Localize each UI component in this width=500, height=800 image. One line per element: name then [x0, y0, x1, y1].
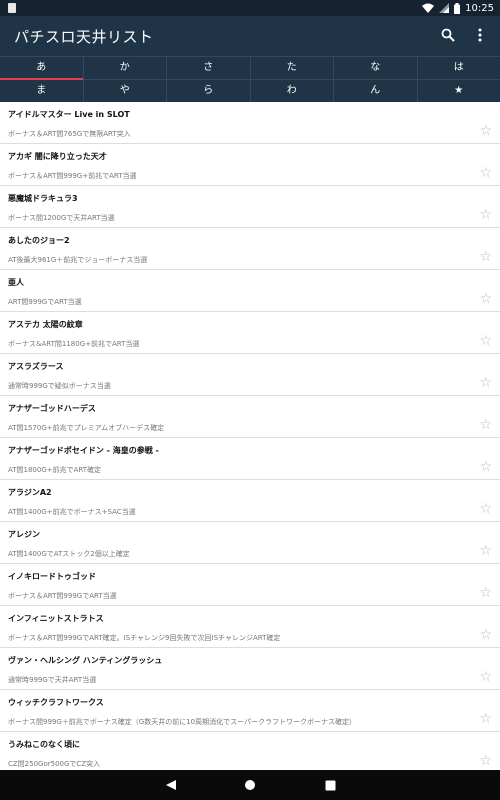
- favorite-star-icon[interactable]: ☆: [479, 208, 492, 222]
- item-description: ボーナス＆ART間999GでART確定。ISチャレンジ9回失敗で次回ISチャレン…: [8, 634, 281, 642]
- item-description: AT間1570G+前兆でプレミアムオブハーデス確定: [8, 424, 165, 432]
- favorite-star-icon[interactable]: ☆: [479, 292, 492, 306]
- recents-button[interactable]: [322, 777, 338, 793]
- favorite-star-icon[interactable]: ☆: [479, 250, 492, 264]
- favorite-star-icon[interactable]: ☆: [479, 418, 492, 432]
- search-button[interactable]: [436, 24, 460, 48]
- item-title: アカギ 闇に降り立った天才: [8, 152, 107, 161]
- back-icon: [165, 776, 177, 795]
- item-description: ボーナス＆ART間999GでART当選: [8, 592, 117, 600]
- search-icon: [441, 27, 455, 46]
- tab-row2-0[interactable]: ま: [0, 80, 84, 102]
- list-item[interactable]: うみねこのなく頃に CZ間250Gor500GでCZ突入 ☆: [0, 732, 500, 770]
- favorite-star-icon[interactable]: ☆: [479, 502, 492, 516]
- item-title: アナザーゴッドポセイドン - 海皇の参戦 -: [8, 446, 159, 455]
- machine-list[interactable]: アイドルマスター Live in SLOT ボーナス＆ART間765Gで無限ART…: [0, 102, 500, 770]
- list-item[interactable]: アレジン AT間1400GでATストック2個以上確定 ☆: [0, 522, 500, 564]
- tab-row1-2[interactable]: さ: [167, 57, 251, 79]
- item-title: 亜人: [8, 278, 24, 287]
- item-title: イノキロードトゥゴッド: [8, 572, 96, 581]
- list-item[interactable]: アステカ 太陽の紋章ボーナス&ART間1180G+前兆でART当選 ☆: [0, 312, 500, 354]
- item-description: ボーナス&ART間1180G+前兆でART当選: [8, 340, 140, 348]
- navigation-bar: [0, 770, 500, 800]
- home-icon: [244, 776, 256, 795]
- favorite-star-icon[interactable]: ☆: [479, 544, 492, 558]
- app-title: パチスロ天井リスト: [14, 28, 154, 46]
- tab-row1-4[interactable]: な: [334, 57, 418, 79]
- favorite-star-icon[interactable]: ☆: [479, 166, 492, 180]
- item-title: アステカ 太陽の紋章: [8, 320, 83, 329]
- more-vert-icon: [478, 27, 482, 46]
- more-options-button[interactable]: [468, 24, 492, 48]
- list-item[interactable]: あしたのジョー2 AT後最大961G＋前兆でジョーボーナス当選 ☆: [0, 228, 500, 270]
- wifi-icon: [422, 3, 435, 13]
- tab-row-2: まやらわん ★: [0, 79, 500, 102]
- favorite-star-icon[interactable]: ☆: [479, 628, 492, 642]
- home-button[interactable]: [242, 777, 258, 793]
- favorite-star-icon[interactable]: ☆: [479, 334, 492, 348]
- item-description: AT間1800G+前兆でART確定: [8, 466, 102, 474]
- notification-icon: [8, 3, 16, 13]
- kana-tabs: あかさたなは まやらわん ★: [0, 56, 500, 102]
- list-item[interactable]: インフィニットストラトスボーナス＆ART間999GでART確定。ISチャレンジ9…: [0, 606, 500, 648]
- tab-row2-5[interactable]: ★: [418, 80, 500, 102]
- list-item[interactable]: アラジンA2 AT間1400G+前兆でボーナス+SAC当選 ☆: [0, 480, 500, 522]
- tab-row1-3[interactable]: た: [251, 57, 334, 79]
- tab-row2-3[interactable]: わ: [251, 80, 334, 102]
- item-title: ヴァン・ヘルシング ハンティングラッシュ: [8, 656, 163, 665]
- recents-icon: [325, 776, 336, 795]
- list-item[interactable]: ウィッチクラフトワークスボーナス間999G＋前兆でボーナス確定（G数天井の前に1…: [0, 690, 500, 732]
- status-bar: 10:25: [0, 0, 500, 16]
- tab-row1-5[interactable]: は: [418, 57, 500, 79]
- item-description: ボーナス間999G＋前兆でボーナス確定（G数天井の前に10周期消化でスーパークラ…: [8, 718, 357, 726]
- signal-icon: [439, 3, 450, 13]
- list-item[interactable]: アカギ 闇に降り立った天才ボーナス＆ART間999G+前兆でART当選 ☆: [0, 144, 500, 186]
- favorite-star-icon[interactable]: ☆: [479, 670, 492, 684]
- tab-row1-0[interactable]: あ: [0, 57, 84, 80]
- item-title: アナザーゴッドハーデス: [8, 404, 96, 413]
- battery-icon: [454, 2, 461, 14]
- item-title: うみねこのなく頃に: [8, 740, 80, 749]
- item-title: アレジン: [8, 530, 40, 539]
- tab-row1-1[interactable]: か: [84, 57, 167, 79]
- item-description: ボーナス間1200Gで天井ART当選: [8, 214, 115, 222]
- tab-row2-4[interactable]: ん: [334, 80, 418, 102]
- item-description: AT間1400GでATストック2個以上確定: [8, 550, 130, 558]
- item-description: AT間1400G+前兆でボーナス+SAC当選: [8, 508, 136, 516]
- status-time: 10:25: [465, 2, 494, 14]
- list-item[interactable]: 悪魔城ドラキュラ3 ボーナス間1200Gで天井ART当選 ☆: [0, 186, 500, 228]
- favorite-star-icon[interactable]: ☆: [479, 376, 492, 390]
- item-title: アスラズラース: [8, 362, 64, 371]
- item-description: CZ間250Gor500GでCZ突入: [8, 760, 101, 768]
- list-item[interactable]: アナザーゴッドハーデス AT間1570G+前兆でプレミアムオブハーデス確定 ☆: [0, 396, 500, 438]
- item-description: ボーナス＆ART間765Gで無限ART突入: [8, 130, 131, 138]
- item-description: AT後最大961G＋前兆でジョーボーナス当選: [8, 256, 148, 264]
- list-item[interactable]: ヴァン・ヘルシング ハンティングラッシュ 通常時999Gで天井ART当選 ☆: [0, 648, 500, 690]
- list-item[interactable]: アイドルマスター Live in SLOT ボーナス＆ART間765Gで無限ART…: [0, 102, 500, 144]
- item-description: ART間999GでART当選: [8, 298, 82, 306]
- list-item[interactable]: アナザーゴッドポセイドン - 海皇の参戦 - AT間1800G+前兆でART確定 ☆: [0, 438, 500, 480]
- item-title: アラジンA2: [8, 488, 52, 497]
- list-item[interactable]: イノキロードトゥゴッドボーナス＆ART間999GでART当選 ☆: [0, 564, 500, 606]
- item-title: ウィッチクラフトワークス: [8, 698, 104, 707]
- list-item[interactable]: 亜人 ART間999GでART当選 ☆: [0, 270, 500, 312]
- item-description: ボーナス＆ART間999G+前兆でART当選: [8, 172, 137, 180]
- tab-row2-1[interactable]: や: [84, 80, 167, 102]
- favorite-star-icon[interactable]: ☆: [479, 586, 492, 600]
- item-title: あしたのジョー2: [8, 236, 70, 245]
- list-item[interactable]: アスラズラース通常時999Gで疑似ボーナス当選 ☆: [0, 354, 500, 396]
- tab-row-1: あかさたなは: [0, 56, 500, 80]
- tab-row2-2[interactable]: ら: [167, 80, 251, 102]
- favorite-star-icon[interactable]: ☆: [479, 460, 492, 474]
- item-title: 悪魔城ドラキュラ3: [8, 194, 78, 203]
- favorite-star-icon[interactable]: ☆: [479, 754, 492, 768]
- back-button[interactable]: [163, 777, 179, 793]
- favorite-star-icon[interactable]: ☆: [479, 712, 492, 726]
- item-description: 通常時999Gで疑似ボーナス当選: [8, 382, 111, 390]
- item-title: アイドルマスター Live in SLOT: [8, 110, 130, 119]
- app-bar: パチスロ天井リスト: [0, 16, 500, 56]
- item-title: インフィニットストラトス: [8, 614, 104, 623]
- favorite-star-icon[interactable]: ☆: [479, 124, 492, 138]
- item-description: 通常時999Gで天井ART当選: [8, 676, 97, 684]
